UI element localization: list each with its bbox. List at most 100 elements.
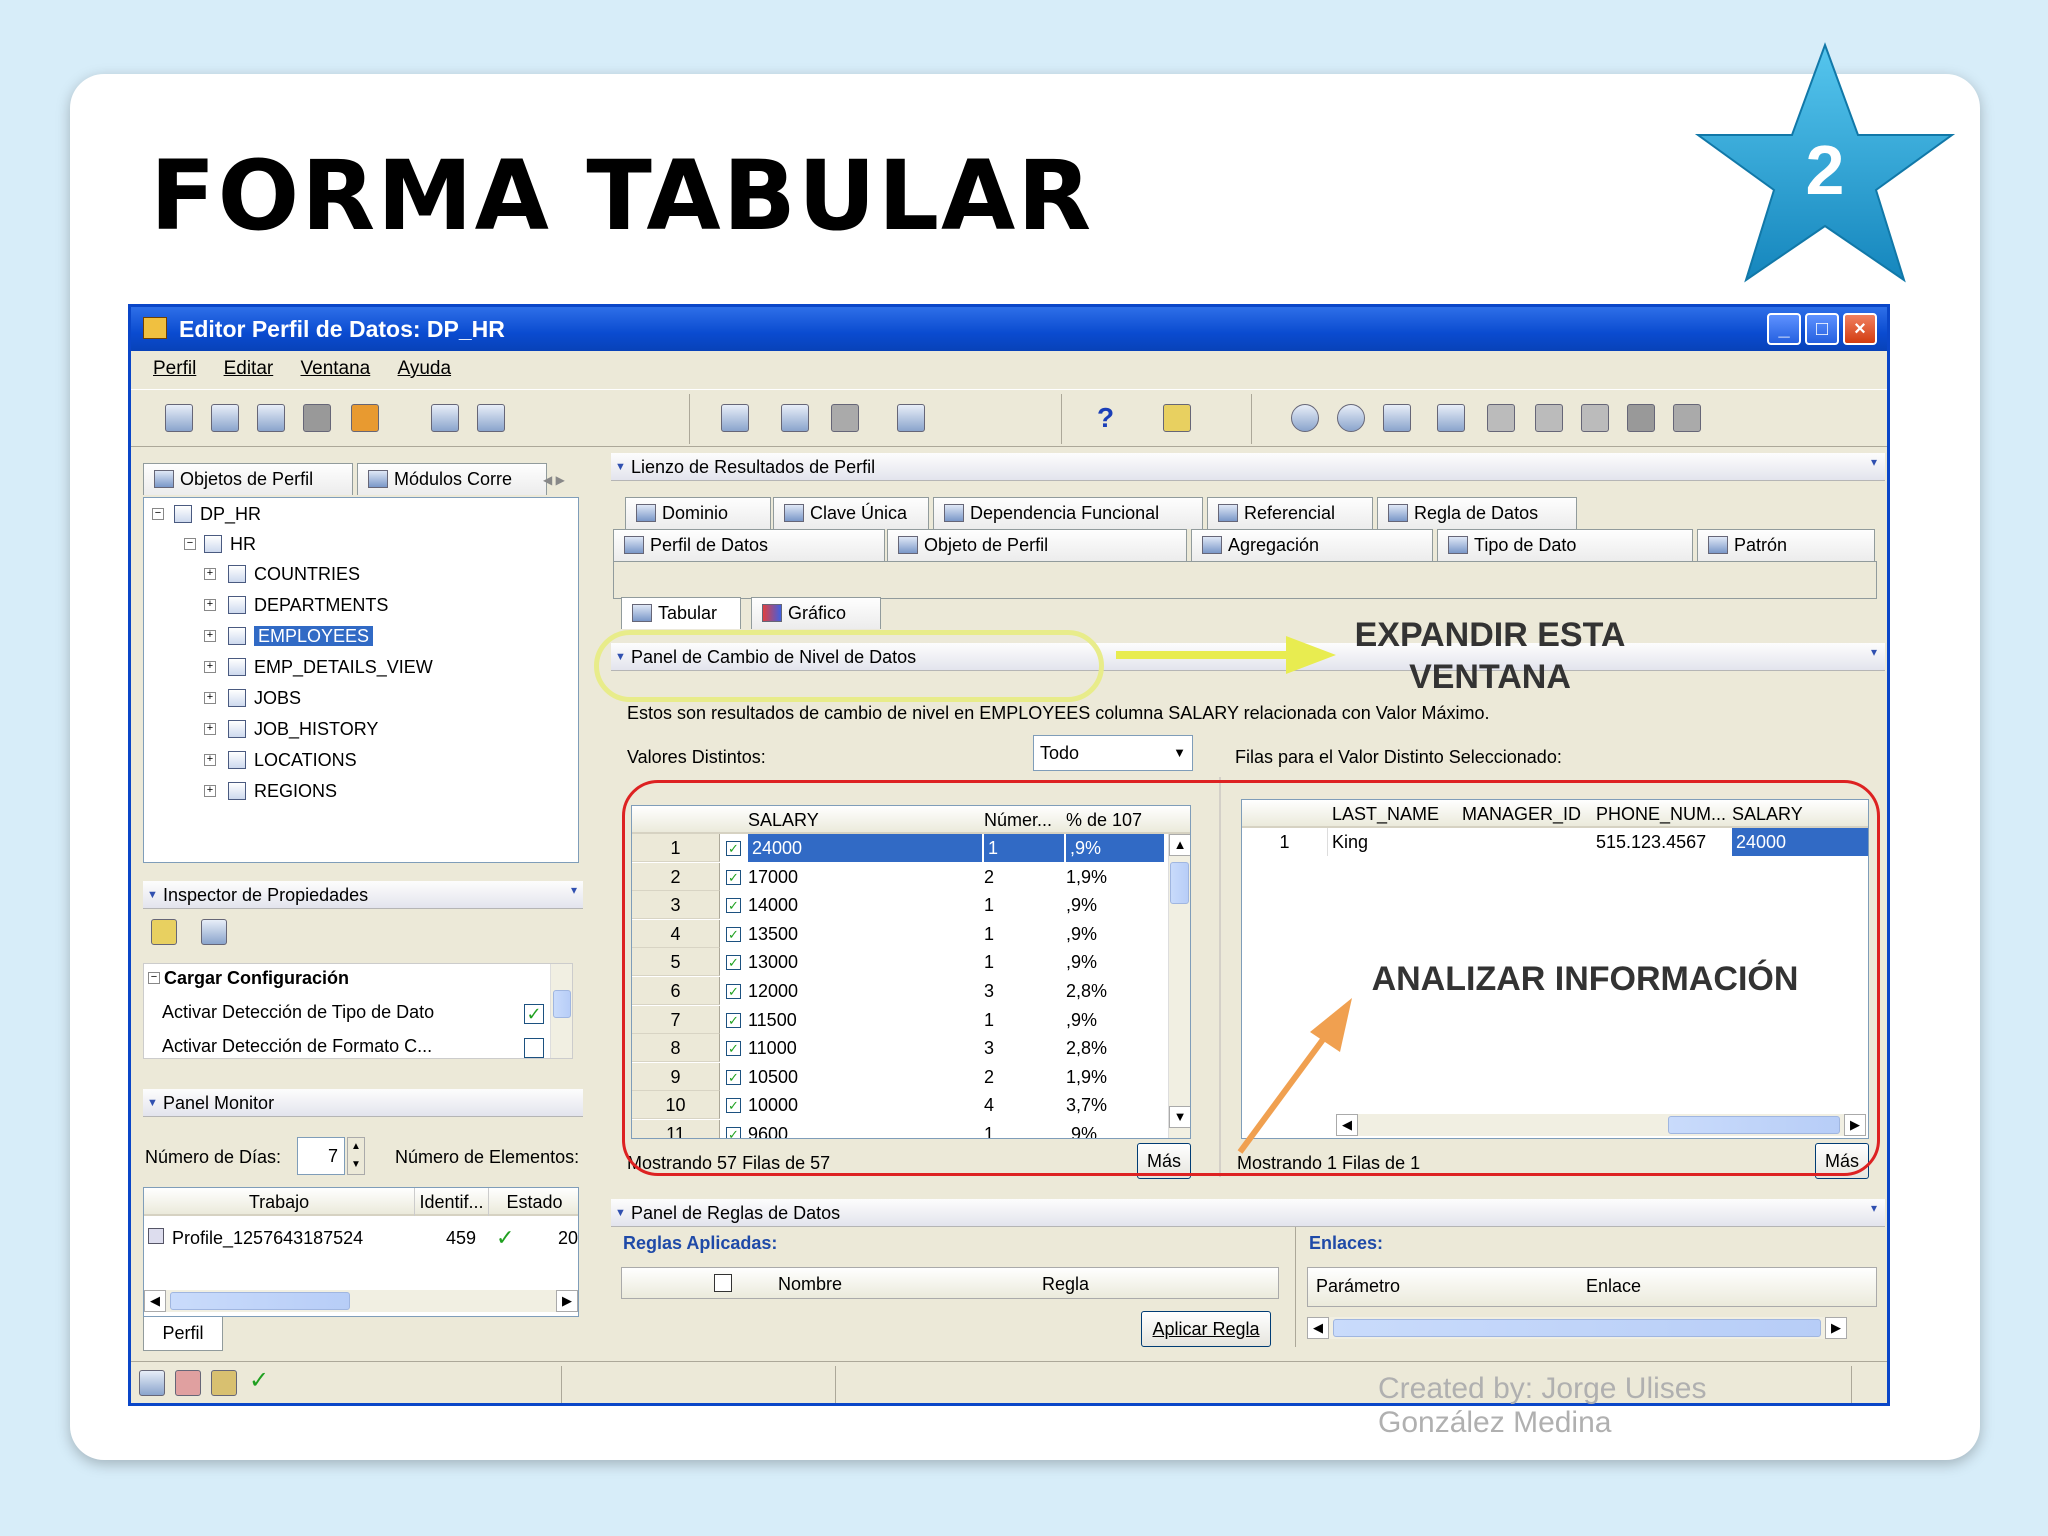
- prop-checkbox[interactable]: [524, 1038, 544, 1058]
- apply-rule-button[interactable]: Aplicar Regla: [1141, 1311, 1271, 1347]
- scroll-left-button[interactable]: ◀: [144, 1290, 166, 1312]
- days-input[interactable]: 7: [297, 1137, 345, 1175]
- menu-ayuda[interactable]: Ayuda: [398, 351, 452, 387]
- select-all-checkbox[interactable]: [714, 1274, 732, 1292]
- maximize-button[interactable]: □: [1805, 313, 1839, 345]
- menu-perfil[interactable]: Perfil: [153, 351, 196, 387]
- tree-item-table[interactable]: DEPARTMENTS: [228, 593, 388, 617]
- tab-tabs_row1-1[interactable]: Clave Única: [773, 497, 929, 529]
- binary-delete-icon[interactable]: [175, 1370, 201, 1396]
- property-list-icon[interactable]: [201, 919, 227, 945]
- scroll-thumb[interactable]: [553, 990, 571, 1018]
- tree-item-table[interactable]: JOBS: [228, 686, 301, 710]
- scroll-left-button[interactable]: ◀: [1307, 1317, 1329, 1339]
- col-header-regla[interactable]: Regla: [1042, 1274, 1089, 1295]
- col-header-parametro[interactable]: Parámetro: [1316, 1276, 1400, 1297]
- panel-menu-icon[interactable]: ▾: [1871, 1201, 1877, 1215]
- tab-tabs_row2-4[interactable]: Patrón: [1697, 529, 1875, 561]
- tag-icon[interactable]: [257, 404, 285, 432]
- collapse-icon[interactable]: −: [184, 538, 196, 550]
- col-header-enlace[interactable]: Enlace: [1586, 1276, 1641, 1297]
- days-stepper[interactable]: ▲ ▼: [347, 1137, 365, 1175]
- panel-icon[interactable]: [1627, 404, 1655, 432]
- refresh-icon[interactable]: [1437, 404, 1465, 432]
- binary-icon[interactable]: [139, 1370, 165, 1396]
- zoom-in-icon[interactable]: [1291, 404, 1319, 432]
- tab-modulos[interactable]: Módulos Corre: [357, 463, 547, 495]
- tab-objetos-perfil[interactable]: Objetos de Perfil: [143, 463, 353, 495]
- panel-menu-icon[interactable]: ▾: [1871, 645, 1877, 659]
- collapse-icon[interactable]: −: [148, 972, 160, 984]
- tab-scroll-arrows[interactable]: ◀ ▶: [543, 469, 581, 491]
- flashlight-icon[interactable]: [151, 919, 177, 945]
- links-hscroll[interactable]: ◀ ▶: [1307, 1317, 1847, 1339]
- tab-tabs_row2-1[interactable]: Objeto de Perfil: [887, 529, 1187, 561]
- tab-tabs_row1-3[interactable]: Referencial: [1207, 497, 1373, 529]
- tree-schema[interactable]: HR: [204, 532, 256, 556]
- col-header[interactable]: Trabajo: [144, 1188, 414, 1216]
- expand-icon[interactable]: +: [204, 630, 216, 642]
- inspector-scrollbar[interactable]: [550, 964, 572, 1058]
- help-icon[interactable]: ?: [1097, 402, 1114, 434]
- tab-tabs_row2-3[interactable]: Tipo de Dato: [1437, 529, 1693, 561]
- table-row[interactable]: Profile_1257643187524 459 ✓ 20: [144, 1224, 578, 1252]
- expand-icon[interactable]: +: [204, 599, 216, 611]
- expand-icon[interactable]: +: [204, 661, 216, 673]
- bar-chart-icon[interactable]: [1487, 404, 1515, 432]
- tree-item-table[interactable]: COUNTRIES: [228, 562, 360, 586]
- list-icon[interactable]: [1535, 404, 1563, 432]
- cube-icon[interactable]: [1673, 404, 1701, 432]
- expand-icon[interactable]: +: [204, 568, 216, 580]
- distinct-select[interactable]: Todo ▼: [1033, 735, 1193, 771]
- scroll-thumb[interactable]: [170, 1292, 350, 1310]
- pencil-icon[interactable]: [211, 1370, 237, 1396]
- menu-ventana[interactable]: Ventana: [301, 351, 371, 387]
- drill-icon[interactable]: [781, 404, 809, 432]
- report-icon[interactable]: [897, 404, 925, 432]
- tree-item-table[interactable]: EMPLOYEES: [228, 624, 374, 648]
- tab-tabs_row2-2[interactable]: Agregación: [1191, 529, 1433, 561]
- panel-menu-icon[interactable]: ▾: [1871, 455, 1877, 469]
- expand-icon[interactable]: +: [204, 754, 216, 766]
- close-button[interactable]: ×: [1843, 313, 1877, 345]
- collapse-icon[interactable]: −: [152, 508, 164, 520]
- monitor-header[interactable]: Panel Monitor: [143, 1089, 583, 1117]
- undo-icon[interactable]: [351, 404, 379, 432]
- prop-checkbox[interactable]: ✓: [524, 1004, 544, 1024]
- panel-menu-icon[interactable]: ▾: [571, 883, 577, 897]
- print-icon[interactable]: [303, 404, 331, 432]
- tab-perfil[interactable]: Perfil: [143, 1317, 223, 1351]
- expand-icon[interactable]: +: [204, 785, 216, 797]
- grid-icon[interactable]: [1581, 404, 1609, 432]
- scroll-thumb[interactable]: [1333, 1319, 1821, 1337]
- database-icon[interactable]: [165, 404, 193, 432]
- zoom-out-icon[interactable]: [1337, 404, 1365, 432]
- rules-panel-header[interactable]: Panel de Reglas de Datos: [611, 1199, 1885, 1227]
- relation-icon[interactable]: [831, 404, 859, 432]
- tree-root[interactable]: DP_HR: [174, 502, 261, 526]
- col-header[interactable]: Identif...: [414, 1188, 488, 1216]
- tree-item-table[interactable]: REGIONS: [228, 779, 337, 803]
- monitor-hscroll[interactable]: ◀ ▶: [144, 1290, 578, 1312]
- flashlight-icon[interactable]: [1163, 404, 1191, 432]
- col-header-nombre[interactable]: Nombre: [778, 1274, 842, 1295]
- copy-icon[interactable]: [211, 404, 239, 432]
- col-header[interactable]: Estado: [488, 1188, 578, 1216]
- grid-profile-icon[interactable]: [721, 404, 749, 432]
- tab-grafico[interactable]: Gráfico: [751, 597, 881, 629]
- inspector-header[interactable]: Inspector de Propiedades: [143, 881, 583, 909]
- tab-tabs_row2-0[interactable]: Perfil de Datos: [613, 529, 885, 561]
- fit-icon[interactable]: [1383, 404, 1411, 432]
- tree-item-table[interactable]: LOCATIONS: [228, 748, 357, 772]
- minimize-button[interactable]: _: [1767, 313, 1801, 345]
- scroll-right-button[interactable]: ▶: [1825, 1317, 1847, 1339]
- table-profile-icon[interactable]: [431, 404, 459, 432]
- table-delete-icon[interactable]: [477, 404, 505, 432]
- scroll-right-button[interactable]: ▶: [556, 1290, 578, 1312]
- canvas-header[interactable]: Lienzo de Resultados de Perfil: [611, 453, 1885, 481]
- expand-icon[interactable]: +: [204, 692, 216, 704]
- tree-item-table[interactable]: JOB_HISTORY: [228, 717, 378, 741]
- check-icon[interactable]: ✓: [249, 1366, 269, 1395]
- tab-tabular[interactable]: Tabular: [621, 597, 741, 629]
- tree-item-table[interactable]: EMP_DETAILS_VIEW: [228, 655, 433, 679]
